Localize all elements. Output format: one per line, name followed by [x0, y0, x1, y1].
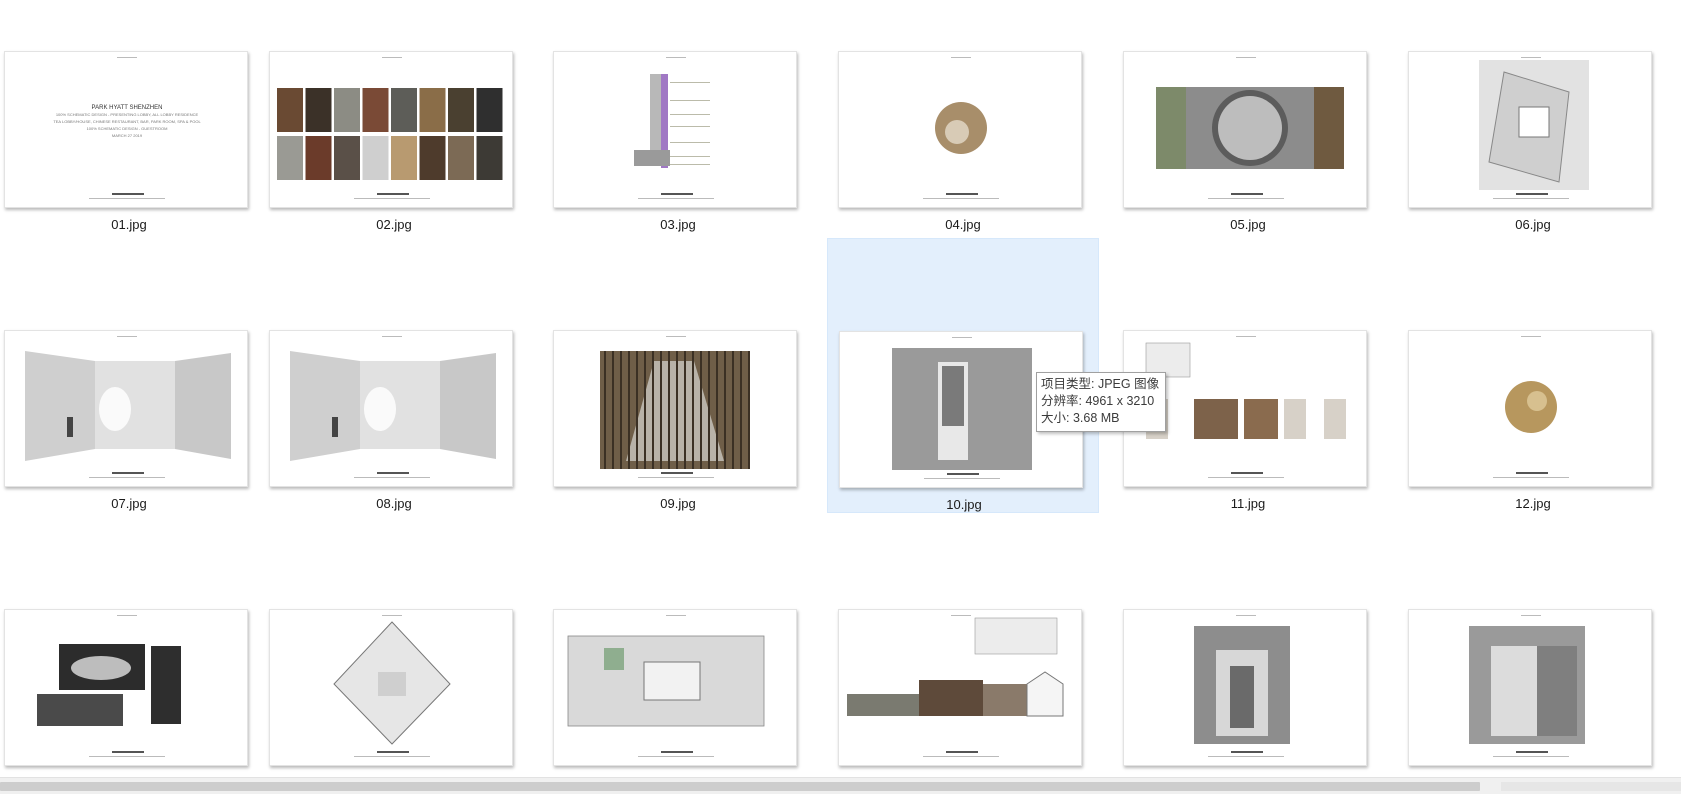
file-tile[interactable]: 03.jpg [542, 0, 814, 234]
file-name-label[interactable]: 05.jpg [1112, 217, 1384, 232]
file-tile[interactable]: 09.jpg [542, 238, 814, 513]
horizontal-scrollbar-thumb[interactable] [0, 782, 1480, 791]
file-tile[interactable]: 07.jpg [0, 238, 265, 513]
file-tile[interactable] [258, 517, 530, 792]
file-name-label[interactable]: 04.jpg [827, 217, 1099, 232]
horizontal-scrollbar[interactable] [0, 777, 1681, 794]
file-thumbnail[interactable] [553, 609, 797, 766]
file-tile[interactable] [542, 517, 814, 792]
file-thumbnail[interactable]: PARK HYATT SHENZHEN 100% SCHEMATIC DESIGN… [4, 51, 248, 208]
file-name-label[interactable]: 07.jpg [0, 496, 265, 511]
file-thumbnail[interactable] [4, 609, 248, 766]
file-name-label[interactable]: 06.jpg [1397, 217, 1669, 232]
file-tile[interactable]: 05.jpg [1112, 0, 1384, 234]
file-thumbnail[interactable] [1123, 51, 1367, 208]
file-tile[interactable]: PARK HYATT SHENZHEN 100% SCHEMATIC DESIGN… [0, 0, 265, 234]
file-thumbnail[interactable] [553, 330, 797, 487]
file-tile[interactable] [1112, 517, 1384, 792]
cover-line2: TEA LOBBY/HOUSE, CHINESE RESTAURANT, BAR… [53, 119, 201, 124]
cover-brand: PARK HYATT SHENZHEN [91, 105, 163, 111]
file-thumbnail[interactable] [838, 609, 1082, 766]
file-thumbnail[interactable] [1408, 609, 1652, 766]
file-name-label[interactable]: 09.jpg [542, 496, 814, 511]
file-tile[interactable]: 12.jpg [1397, 238, 1669, 513]
file-thumbnail[interactable] [553, 51, 797, 208]
file-thumbnail[interactable] [1408, 330, 1652, 487]
file-name-label[interactable]: 08.jpg [258, 496, 530, 511]
file-thumbnail[interactable] [1408, 51, 1652, 208]
cover-line1: 100% SCHEMATIC DESIGN - PRESENTING LOBBY… [55, 112, 199, 117]
file-tile[interactable]: 02.jpg [258, 0, 530, 234]
file-tile[interactable]: 08.jpg [258, 238, 530, 513]
file-tile[interactable]: 06.jpg [1397, 0, 1669, 234]
file-name-label[interactable]: 11.jpg [1112, 496, 1384, 511]
file-thumbnail[interactable] [269, 51, 513, 208]
file-thumbnail[interactable] [269, 609, 513, 766]
file-tile[interactable] [1397, 517, 1669, 792]
tooltip-type: 项目类型: JPEG 图像 [1041, 377, 1160, 391]
file-thumbnail[interactable] [838, 51, 1082, 208]
cover-line3: 100% SCHEMATIC DESIGN - GUESTROOM [86, 126, 168, 131]
file-explorer-thumbnail-view: PARK HYATT SHENZHEN 100% SCHEMATIC DESIGN… [0, 0, 1681, 794]
file-tile[interactable] [827, 517, 1099, 792]
cover-date: MARCH 27 2019 [111, 133, 143, 138]
file-thumbnail[interactable] [269, 330, 513, 487]
file-name-label[interactable]: 10.jpg [828, 497, 1100, 512]
file-name-label[interactable]: 01.jpg [0, 217, 265, 232]
tooltip-resolution: 分辨率: 4961 x 3210 [1041, 394, 1155, 408]
file-info-tooltip: 项目类型: JPEG 图像 分辨率: 4961 x 3210 大小: 3.68 … [1036, 372, 1167, 432]
file-name-label[interactable]: 03.jpg [542, 217, 814, 232]
tooltip-size: 大小: 3.68 MB [1041, 411, 1120, 425]
file-tile[interactable] [0, 517, 265, 792]
file-thumbnail[interactable] [4, 330, 248, 487]
file-tile[interactable]: 04.jpg [827, 0, 1099, 234]
file-thumbnail[interactable] [1123, 609, 1367, 766]
file-name-label[interactable]: 12.jpg [1397, 496, 1669, 511]
horizontal-scrollbar-track-end[interactable] [1501, 782, 1681, 791]
file-name-label[interactable]: 02.jpg [258, 217, 530, 232]
cover-text: PARK HYATT SHENZHEN 100% SCHEMATIC DESIGN… [5, 104, 247, 139]
